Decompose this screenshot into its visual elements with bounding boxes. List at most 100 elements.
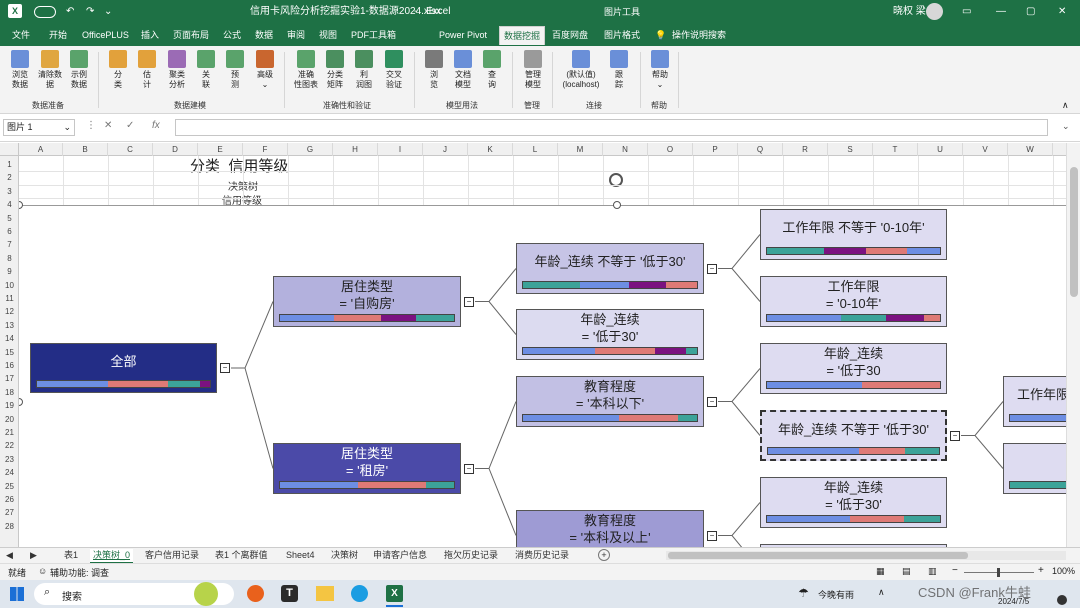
tab-page-layout[interactable]: 页面布局: [173, 28, 209, 42]
sheet-tab[interactable]: Sheet4: [286, 549, 315, 562]
browse-data-button[interactable]: 浏览 数据: [8, 50, 32, 90]
collapse-toggle[interactable]: −: [464, 463, 474, 474]
column-header[interactable]: W: [1008, 143, 1053, 156]
sheet-tab[interactable]: 申请客户信息: [373, 549, 427, 562]
row-header[interactable]: 25: [0, 480, 19, 493]
zoom-level[interactable]: 100%: [1052, 566, 1075, 576]
autosave-toggle[interactable]: [34, 6, 56, 18]
row-header[interactable]: 24: [0, 466, 19, 479]
row-header[interactable]: 6: [0, 225, 19, 238]
sheet-tab[interactable]: 拖欠历史记录: [444, 549, 498, 562]
cancel-icon[interactable]: ✕: [104, 120, 112, 131]
row-header[interactable]: 20: [0, 413, 19, 426]
row-header[interactable]: 5: [0, 212, 19, 225]
name-box[interactable]: 图片 1 ⌄: [3, 119, 75, 136]
more-options-icon[interactable]: ⋮: [86, 120, 96, 131]
weather-text[interactable]: 今晚有雨: [818, 588, 854, 601]
row-header[interactable]: 12: [0, 305, 19, 318]
column-header[interactable]: Q: [738, 143, 783, 156]
file-explorer-icon[interactable]: [316, 586, 334, 601]
help-button[interactable]: 帮助 ⌄: [649, 50, 671, 90]
column-header[interactable]: N: [603, 143, 648, 156]
worksheet-grid[interactable]: 分类 信用等级 决策树 信用等级 全部−居住类型= '自购房'−居住类型= '租…: [19, 156, 1066, 547]
row-header[interactable]: 16: [0, 359, 19, 372]
firefox-icon[interactable]: [247, 585, 264, 602]
row-header[interactable]: 9: [0, 265, 19, 278]
minimize-icon[interactable]: —: [996, 5, 1006, 19]
maximize-icon[interactable]: ▢: [1026, 5, 1035, 19]
column-header[interactable]: O: [648, 143, 693, 156]
scroll-thumb[interactable]: [1070, 167, 1078, 297]
connection-button[interactable]: (默认值) (localhost): [558, 50, 604, 90]
tab-power-pivot[interactable]: Power Pivot: [439, 28, 487, 42]
collapse-toggle[interactable]: −: [464, 296, 474, 307]
tell-me-search[interactable]: 操作说明搜索: [672, 28, 726, 42]
row-header[interactable]: 23: [0, 453, 19, 466]
row-header[interactable]: 3: [0, 185, 19, 198]
browse-model-button[interactable]: 浏 览: [424, 50, 444, 90]
classification-matrix-button[interactable]: 分类 矩阵: [324, 50, 346, 90]
column-header[interactable]: E: [198, 143, 243, 156]
row-header[interactable]: 17: [0, 372, 19, 385]
select-all-corner[interactable]: [0, 143, 19, 156]
profit-chart-button[interactable]: 利 润图: [353, 50, 375, 90]
edge-icon[interactable]: [351, 585, 368, 602]
tree-node[interactable]: 居住类型 = '租房': [273, 443, 461, 494]
row-header[interactable]: 14: [0, 332, 19, 345]
row-header[interactable]: 26: [0, 493, 19, 506]
column-header[interactable]: F: [243, 143, 288, 156]
column-header[interactable]: S: [828, 143, 873, 156]
tab-picture-format[interactable]: 图片格式: [604, 28, 640, 42]
associate-button[interactable]: 关 联: [197, 50, 215, 90]
row-header[interactable]: 2: [0, 171, 19, 184]
column-header[interactable]: I: [378, 143, 423, 156]
row-header[interactable]: 28: [0, 520, 19, 533]
row-header[interactable]: 27: [0, 506, 19, 519]
horizontal-scrollbar[interactable]: [666, 551, 1066, 560]
sheet-tab[interactable]: 决策树: [331, 549, 358, 562]
zoom-in-icon[interactable]: +: [1038, 565, 1044, 576]
estimate-button[interactable]: 估 计: [138, 50, 156, 90]
tab-formulas[interactable]: 公式: [223, 28, 241, 42]
tree-node[interactable]: 全部: [30, 343, 217, 393]
collapse-toggle[interactable]: −: [707, 530, 717, 541]
column-header[interactable]: M: [558, 143, 603, 156]
column-header[interactable]: G: [288, 143, 333, 156]
vertical-scrollbar[interactable]: [1066, 143, 1080, 547]
page-layout-view-icon[interactable]: ▤: [902, 566, 911, 577]
row-header[interactable]: 19: [0, 399, 19, 412]
tree-node[interactable]: 居住类型 = '自购房': [273, 276, 461, 327]
zoom-out-icon[interactable]: −: [952, 565, 958, 576]
row-header[interactable]: 13: [0, 319, 19, 332]
tab-view[interactable]: 视图: [319, 28, 337, 42]
column-header[interactable]: A: [19, 143, 63, 156]
collapse-toggle[interactable]: −: [220, 363, 230, 373]
row-header[interactable]: 22: [0, 439, 19, 452]
forecast-button[interactable]: 预 测: [226, 50, 244, 90]
tree-node[interactable]: 教育程度 = '本科以下': [516, 376, 704, 427]
advanced-button[interactable]: 高级 ⌄: [254, 50, 276, 90]
collapse-toggle[interactable]: −: [950, 430, 960, 441]
tree-node[interactable]: 工作年限 = '0-10年': [760, 276, 947, 327]
tree-node[interactable]: 年龄_连续 不等于 '低于30': [516, 243, 704, 294]
document-model-button[interactable]: 文档 模型: [452, 50, 474, 90]
tree-node[interactable]: 工作年限: [1003, 376, 1066, 427]
collapse-toggle[interactable]: −: [707, 263, 717, 274]
tray-chevron-icon[interactable]: ∧: [878, 587, 885, 598]
tab-pdf-toolbox[interactable]: PDF工具箱: [351, 28, 396, 42]
zoom-slider-thumb[interactable]: [997, 568, 1000, 577]
manage-models-button[interactable]: 管理 模型: [521, 50, 545, 90]
column-header[interactable]: V: [963, 143, 1008, 156]
sheet-tab[interactable]: 消费历史记录: [515, 549, 569, 562]
row-header[interactable]: 18: [0, 386, 19, 399]
normal-view-icon[interactable]: ▦: [876, 566, 885, 577]
tree-node[interactable]: 教育程度 = '本科及以上': [516, 510, 704, 547]
prev-sheet-icon[interactable]: ◀: [6, 549, 13, 562]
zoom-slider[interactable]: [964, 568, 1034, 577]
column-header[interactable]: J: [423, 143, 468, 156]
tree-node[interactable]: 年龄_连续 不等于 '低于30': [760, 410, 947, 461]
accuracy-chart-button[interactable]: 准确 性图表: [292, 50, 320, 90]
clock-date[interactable]: 2024/7/5: [998, 597, 1029, 606]
tab-data-mining[interactable]: 数据挖掘: [499, 26, 546, 45]
sample-data-button[interactable]: 示例 数据: [68, 50, 90, 90]
